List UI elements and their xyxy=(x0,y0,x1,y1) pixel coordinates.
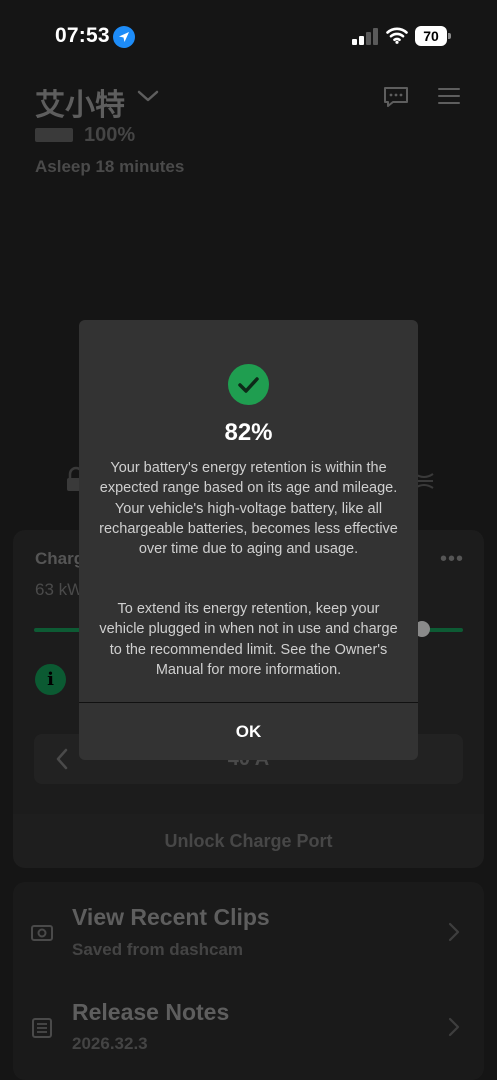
charging-energy: 63 kW xyxy=(35,580,84,599)
status-bar: 07:53 70 xyxy=(0,0,497,62)
dialog-message-secondary: To extend its energy retention, keep you… xyxy=(99,601,398,678)
vehicle-name[interactable]: 艾小特 xyxy=(35,80,125,124)
battery-level-bar xyxy=(35,128,73,142)
charge-limit-slider-track[interactable] xyxy=(34,628,84,632)
battery-level-text: 70 xyxy=(415,26,447,46)
view-recent-clips-subtitle: Saved from dashcam xyxy=(72,940,244,959)
wifi-icon xyxy=(386,27,408,44)
cellular-signal-icon xyxy=(352,28,378,45)
dashcam-icon xyxy=(31,925,53,941)
unlock-charge-port-label: Unlock Charge Port xyxy=(164,831,333,851)
status-time: 07:53 xyxy=(55,24,110,47)
view-recent-clips-title[interactable]: View Recent Clips xyxy=(72,904,270,931)
release-notes-version: 2026.32.3 xyxy=(72,1034,148,1053)
location-arrow-icon xyxy=(113,26,135,48)
chat-icon[interactable] xyxy=(383,86,409,108)
energy-retention-percent: 82% xyxy=(224,419,273,446)
more-options-button[interactable]: ••• xyxy=(440,548,464,571)
chevron-down-icon[interactable] xyxy=(136,88,160,104)
checkmark-icon xyxy=(228,364,269,405)
dialog-message-primary: Your battery's energy retention is withi… xyxy=(99,460,398,558)
vehicle-status: Asleep 18 minutes xyxy=(35,157,185,176)
chevron-right-icon[interactable] xyxy=(448,1017,460,1037)
battery-health-dialog: 82% Your battery's energy retention is w… xyxy=(79,320,418,760)
chevron-right-icon[interactable] xyxy=(448,922,460,942)
battery-icon: 70 xyxy=(415,26,451,46)
charging-title: Charg xyxy=(35,549,85,568)
ok-button[interactable]: OK xyxy=(79,703,418,760)
info-icon[interactable]: i xyxy=(35,664,66,695)
menu-icon[interactable] xyxy=(438,87,460,105)
release-notes-icon xyxy=(32,1018,52,1038)
chevron-left-icon[interactable] xyxy=(54,748,70,770)
release-notes-title[interactable]: Release Notes xyxy=(72,999,229,1026)
battery-percent: 100% xyxy=(84,124,136,146)
